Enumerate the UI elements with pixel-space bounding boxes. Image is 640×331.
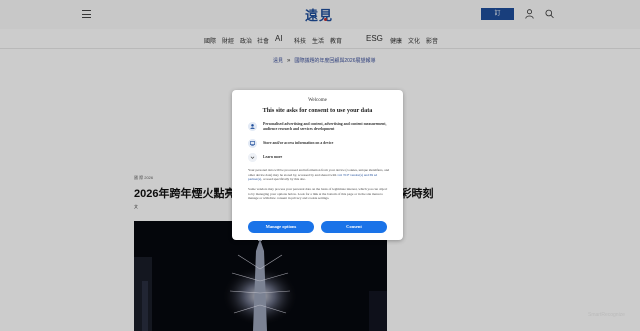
dialog-welcome: Welcome bbox=[308, 98, 327, 103]
consent-body-2: Some vendors may process your personal d… bbox=[248, 187, 388, 201]
watermark-icon bbox=[578, 312, 585, 319]
purpose-text: Personalised advertising and content, ad… bbox=[263, 122, 387, 131]
purpose-text: Store and/or access information on a dev… bbox=[263, 141, 334, 145]
consent-dialog: Welcome This site asks for consent to us… bbox=[232, 90, 403, 240]
dialog-title: This site asks for consent to use your d… bbox=[262, 107, 373, 114]
learn-more-label[interactable]: Learn more bbox=[263, 155, 388, 160]
device-icon bbox=[248, 139, 257, 148]
watermark: SmartRecognize bbox=[588, 312, 625, 318]
consent-button[interactable]: Consent bbox=[321, 221, 387, 233]
chevron-down-icon[interactable] bbox=[248, 153, 257, 162]
person-icon bbox=[248, 122, 257, 131]
manage-options-button[interactable]: Manage options bbox=[248, 221, 314, 233]
body-text: , or used specifically by this site. bbox=[261, 177, 306, 182]
consent-body-1: Your personal data will be processed and… bbox=[248, 168, 390, 182]
